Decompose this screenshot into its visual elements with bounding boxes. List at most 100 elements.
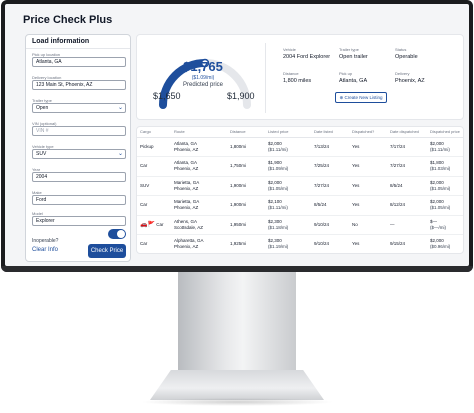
delivery-info-value: Phoenix, AZ bbox=[395, 78, 425, 84]
cell-distance: 1,925mi bbox=[227, 234, 265, 253]
cell-listed-price: $2,000 ($1.05/mi) bbox=[265, 176, 311, 196]
cell-distance: 1,800mi bbox=[227, 137, 265, 157]
panel-heading: Load information bbox=[26, 35, 130, 49]
cell-cargo: Car bbox=[137, 195, 171, 216]
predicted-price-label: Predicted price bbox=[182, 82, 224, 88]
trailer-type-select[interactable]: Open ⌄ bbox=[32, 103, 126, 113]
header-date-dispatched[interactable]: Date dispatched bbox=[387, 127, 427, 138]
chevron-down-icon: ⌄ bbox=[117, 105, 123, 111]
monitor-stand-base bbox=[150, 370, 324, 400]
route-to: Phoenix, AZ bbox=[174, 185, 199, 191]
load-info-panel: Load information Pick up location Atlant… bbox=[25, 34, 131, 262]
listings-table-card: Cargo Route Distance Listed price Date l… bbox=[136, 126, 464, 254]
vin-field: VIN (optional) VIN # bbox=[32, 121, 126, 136]
range-low: $1,650 bbox=[153, 91, 181, 101]
header-date-listed[interactable]: Date listed bbox=[311, 127, 349, 138]
create-new-listing-button[interactable]: ⊕ Create New Listing bbox=[335, 92, 387, 103]
header-listed-price[interactable]: Listed price bbox=[265, 127, 311, 138]
cell-listed-price: $2,000 ($1.11/mi) bbox=[265, 137, 311, 157]
header-dispatched-price[interactable]: Dispatched price bbox=[427, 127, 463, 138]
route-to: Phoenix, AZ bbox=[174, 205, 199, 211]
model-input[interactable]: Explorer bbox=[32, 216, 126, 226]
cell-dispatched: Yes bbox=[349, 195, 387, 216]
cell-route: Atlanta, GA Phoenix, AZ bbox=[171, 137, 227, 157]
header-cargo[interactable]: Cargo bbox=[137, 127, 171, 138]
trailer-info-label: Trailer type bbox=[339, 47, 359, 52]
cell-distance: 1,900mi bbox=[227, 176, 265, 196]
chevron-down-icon: ⌄ bbox=[117, 151, 123, 157]
cell-date-listed: 7/27/24 bbox=[311, 176, 349, 196]
table-row[interactable]: Pickup Atlanta, GA Phoenix, AZ 1,800mi $2… bbox=[137, 137, 463, 157]
cell-route: Athens, GA Scottsdale, AZ bbox=[171, 215, 227, 235]
vehicle-type-select[interactable]: SUV ⌄ bbox=[32, 149, 126, 159]
delivery-field: Delivery location 123 Main St, Phoenix, … bbox=[32, 75, 126, 90]
plus-circle-icon: ⊕ bbox=[339, 94, 344, 100]
inoperable-row: Inoperable? bbox=[32, 229, 126, 244]
check-price-button[interactable]: Check Price bbox=[88, 244, 126, 258]
cell-dispatched-price: $2,000 ($1.05/mi) bbox=[427, 176, 463, 196]
cell-cargo: Pickup bbox=[137, 137, 171, 157]
table-row[interactable]: SUV Marietta, GA Phoenix, AZ 1,900mi $2,0… bbox=[137, 176, 463, 196]
listed-rate: ($1.19/mi) bbox=[268, 244, 289, 250]
route-to: Phoenix, AZ bbox=[174, 244, 199, 250]
pickup-input[interactable]: Atlanta, GA bbox=[32, 57, 126, 67]
predicted-price: $1,765 bbox=[183, 59, 223, 74]
cell-dispatched-price: $— ($—/mi) bbox=[427, 215, 463, 235]
cell-distance: 1,900mi bbox=[227, 195, 265, 216]
vehicle-type-field: Vehicle type SUV ⌄ bbox=[32, 144, 126, 159]
listed-rate: ($1.11/mi) bbox=[268, 146, 288, 152]
inoperable-toggle[interactable] bbox=[108, 229, 126, 239]
vehicle-type-value: SUV bbox=[36, 151, 47, 157]
dispatched-rate: ($0.96/mi) bbox=[430, 244, 451, 250]
app-title: Price Check Plus bbox=[23, 14, 113, 26]
cell-date-dispatched: — bbox=[387, 215, 427, 235]
table-row[interactable]: Car Alpharetta, GA Phoenix, AZ 1,925mi $2… bbox=[137, 234, 463, 253]
cell-listed-price: $2,300 ($1.19/mi) bbox=[265, 234, 311, 253]
listed-rate: ($1.18/mi) bbox=[268, 224, 289, 230]
listings-table: Cargo Route Distance Listed price Date l… bbox=[137, 127, 463, 253]
vin-input[interactable]: VIN # bbox=[32, 126, 126, 136]
pickup-info: Pick up Atlanta, GA bbox=[339, 71, 367, 84]
make-input[interactable]: Ford bbox=[32, 195, 126, 205]
listed-rate: ($1.11/mi) bbox=[268, 205, 288, 211]
cell-route: Alpharetta, GA Phoenix, AZ bbox=[171, 234, 227, 253]
cell-distance: 1,950mi bbox=[227, 215, 265, 235]
vehicle-info: Vehicle 2004 Ford Explorer bbox=[283, 47, 330, 60]
table-header-row: Cargo Route Distance Listed price Date l… bbox=[137, 127, 463, 138]
cell-route: Marietta, GA Phoenix, AZ bbox=[171, 176, 227, 196]
cell-dispatched: Yes bbox=[349, 234, 387, 253]
dispatched-rate: ($1.05/mi) bbox=[430, 205, 451, 211]
cell-date-listed: 9/10/24 bbox=[311, 215, 349, 235]
cell-date-listed: 7/25/24 bbox=[311, 156, 349, 177]
delivery-input[interactable]: 123 Main St, Phoenix, AZ bbox=[32, 80, 126, 90]
cell-dispatched: Yes bbox=[349, 137, 387, 157]
table-row[interactable]: 🚗🚩 Car Athens, GA Scottsdale, AZ 1,950mi … bbox=[137, 215, 463, 235]
monitor-frame: Price Check Plus Load information Pick u… bbox=[1, 0, 473, 272]
status-info-label: Status bbox=[395, 47, 407, 52]
cell-listed-price: $2,100 ($1.11/mi) bbox=[265, 195, 311, 216]
cell-dispatched-price: $2,000 ($1.05/mi) bbox=[427, 195, 463, 216]
vehicle-info-label: Vehicle bbox=[283, 47, 296, 52]
header-dispatched[interactable]: Dispatched? bbox=[349, 127, 387, 138]
price-summary-card: $1,765 ($1.09/mi) Predicted price $1,650… bbox=[136, 34, 464, 120]
cell-date-dispatched: 7/17/24 bbox=[387, 137, 427, 157]
year-input[interactable]: 2004 bbox=[32, 172, 126, 182]
status-info-value: Operable bbox=[395, 54, 418, 60]
clear-info-button[interactable]: Clear Info bbox=[32, 247, 58, 253]
cell-cargo: 🚗🚩 Car bbox=[137, 215, 171, 235]
table-row[interactable]: Car Atlanta, GA Phoenix, AZ 1,750mi $1,90… bbox=[137, 156, 463, 177]
cell-date-listed: 9/10/24 bbox=[311, 234, 349, 253]
range-high: $1,900 bbox=[227, 91, 255, 101]
route-to: Phoenix, AZ bbox=[174, 146, 199, 152]
dispatched-rate: ($1.03/mi) bbox=[430, 166, 451, 172]
header-route[interactable]: Route bbox=[171, 127, 227, 138]
cell-dispatched-price: $2,000 ($0.96/mi) bbox=[427, 234, 463, 253]
header-distance[interactable]: Distance bbox=[227, 127, 265, 138]
model-field: Model Explorer bbox=[32, 211, 126, 226]
damaged-car-icon: 🚗🚩 bbox=[140, 221, 155, 228]
cell-date-dispatched: 7/27/24 bbox=[387, 156, 427, 177]
trailer-info-value: Open trailer bbox=[339, 54, 368, 60]
cell-date-listed: 7/13/24 bbox=[311, 137, 349, 157]
table-row[interactable]: Car Marietta, GA Phoenix, AZ 1,900mi $2,1… bbox=[137, 195, 463, 216]
listed-rate: ($1.05/mi) bbox=[268, 185, 289, 191]
